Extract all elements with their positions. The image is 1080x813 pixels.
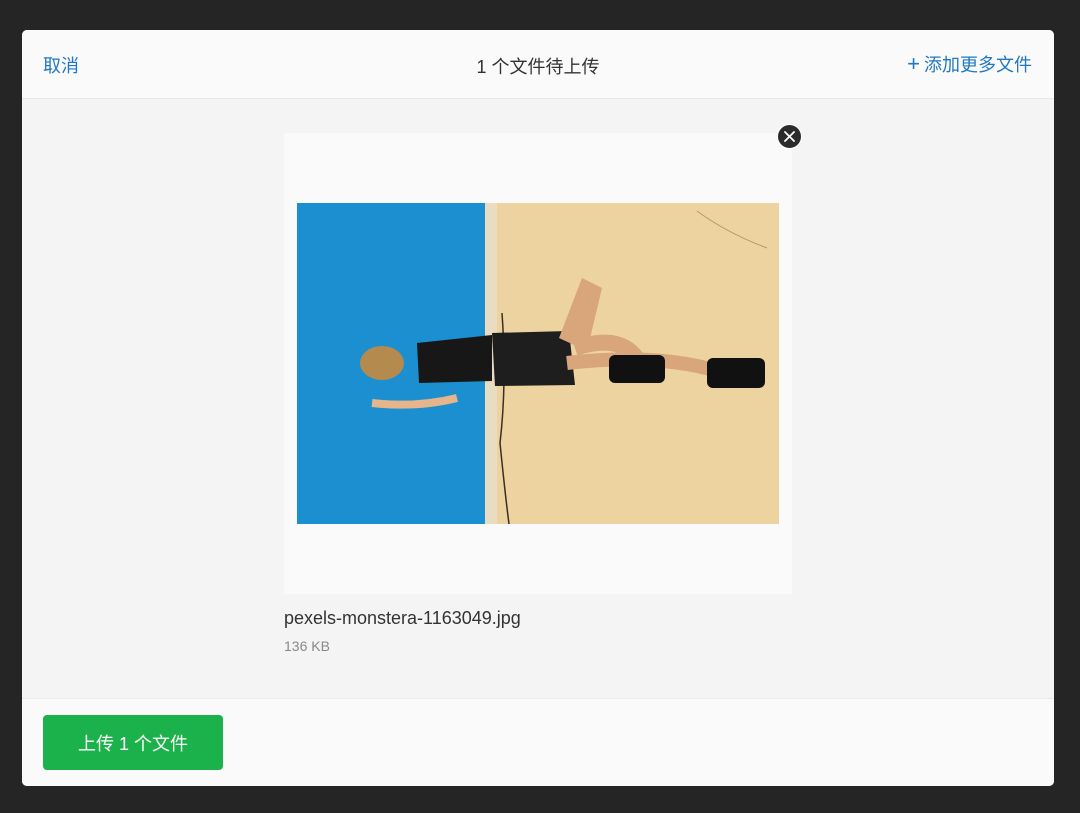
upload-dialog: 取消 1 个文件待上传 + 添加更多文件 pexels-monstera-116… (22, 30, 1054, 786)
file-preview-card (284, 133, 792, 594)
file-size: 136 KB (284, 638, 330, 654)
dialog-title: 1 个文件待上传 (476, 57, 600, 77)
dialog-footer: 上传 1 个文件 (22, 698, 1054, 786)
upload-button[interactable]: 上传 1 个文件 (43, 715, 223, 770)
remove-file-button[interactable] (777, 124, 802, 149)
add-more-files-button[interactable]: + 添加更多文件 (907, 51, 1032, 77)
dialog-header: 取消 1 个文件待上传 + 添加更多文件 (22, 30, 1054, 99)
add-more-files-label: 添加更多文件 (924, 55, 1032, 75)
image-thumbnail (297, 203, 779, 524)
plus-icon: + (907, 51, 920, 76)
file-name: pexels-monstera-1163049.jpg (284, 608, 521, 628)
close-icon (784, 131, 795, 142)
